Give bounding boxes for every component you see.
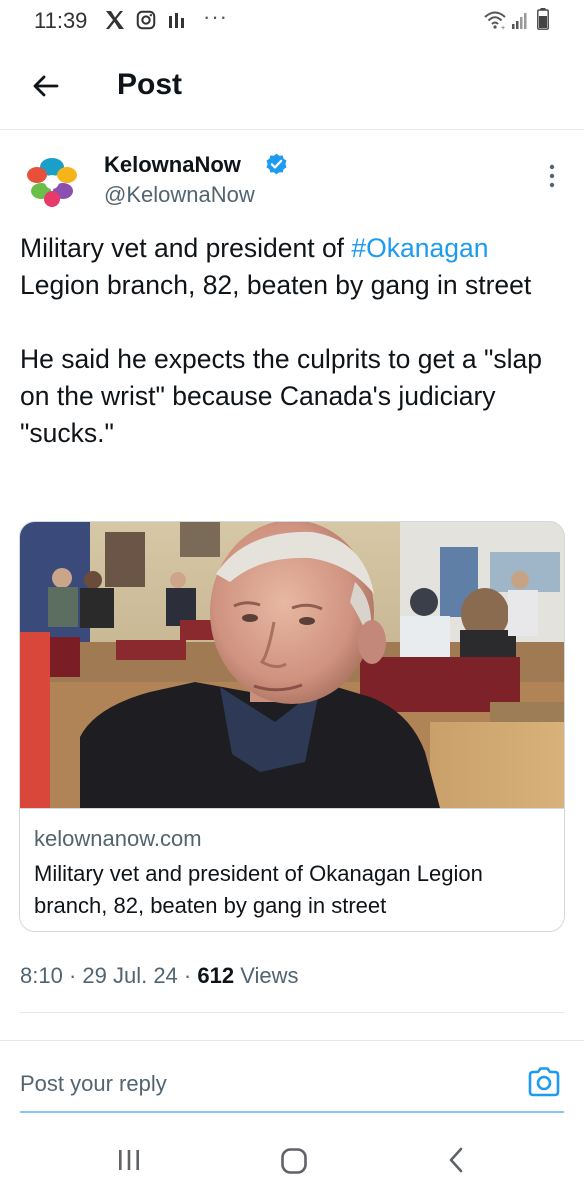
svg-text:+: + (501, 25, 505, 31)
tweet-text-prefix: Military vet and president of (20, 233, 352, 263)
back-icon[interactable] (446, 1146, 466, 1174)
tweet-paragraph-2: He said he expects the culprits to get a… (20, 344, 543, 448)
tweet-text-suffix: Legion branch, 82, beaten by gang in str… (20, 270, 532, 300)
tweet-paragraph-1: Military vet and president of #Okanagan … (20, 230, 570, 304)
post-meta: 8:10 · 29 Jul. 24 · 612 Views (20, 963, 298, 989)
reply-underline (20, 1111, 564, 1113)
article-photo (20, 522, 564, 808)
post-screen: 11:39 ··· + Post KelownaNow @KelownaNow … (0, 0, 584, 1200)
author-handle[interactable]: @KelownaNow (104, 182, 255, 208)
status-bar: 11:39 ··· + (0, 0, 584, 44)
author-name[interactable]: KelownaNow (104, 152, 241, 178)
arrow-left-icon[interactable] (30, 70, 62, 102)
cell-signal-icon (512, 13, 527, 29)
home-icon[interactable] (280, 1147, 308, 1175)
tweet-text: Military vet and president of #Okanagan … (20, 230, 570, 452)
views-label: Views (234, 963, 299, 988)
header-divider (0, 129, 584, 130)
wifi-icon: + (484, 11, 506, 31)
post-date: 29 Jul. 24 (82, 963, 178, 988)
avatar[interactable] (21, 150, 83, 212)
post-time: 8:10 (20, 963, 63, 988)
x-icon (106, 11, 124, 29)
views-count[interactable]: 612 (197, 963, 234, 988)
page-title: Post (117, 68, 183, 101)
reply-divider (0, 1040, 584, 1041)
more-dots-icon: ··· (203, 4, 228, 29)
status-time: 11:39 (34, 8, 88, 33)
reply-input[interactable] (20, 1066, 500, 1102)
instagram-icon (136, 10, 156, 30)
meta-separator: · (62, 963, 83, 988)
battery-icon (537, 8, 549, 30)
recents-icon[interactable] (116, 1147, 142, 1173)
card-domain: kelownanow.com (34, 826, 202, 851)
meta-separator: · (177, 963, 198, 988)
signal-app-icon (169, 13, 184, 28)
verified-badge-icon (266, 153, 287, 175)
camera-icon[interactable] (527, 1066, 561, 1098)
hashtag-link[interactable]: #Okanagan (351, 233, 488, 263)
card-title: Military vet and president of Okanagan L… (34, 861, 483, 918)
link-preview-card[interactable]: kelownanow.com Military vet and presiden… (19, 521, 565, 932)
more-vertical-icon[interactable] (544, 162, 560, 190)
post-header: Post (0, 44, 584, 130)
meta-divider (20, 1012, 564, 1013)
card-divider (20, 808, 564, 809)
